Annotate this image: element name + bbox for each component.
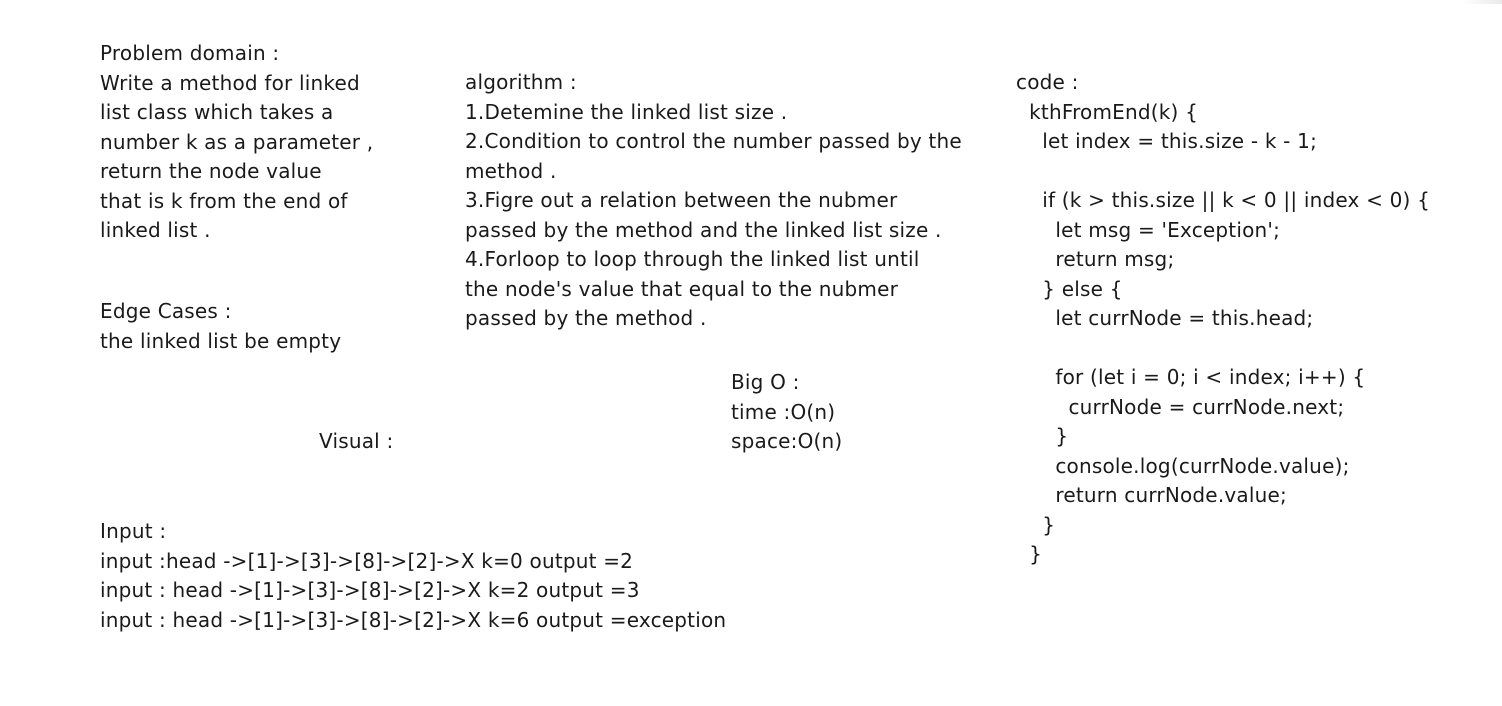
- input-example-line: input : head ->[1]->[3]->[8]->[2]->X k=2…: [100, 578, 640, 602]
- algorithm-title: algorithm :: [465, 70, 577, 94]
- input-example-line: input :head ->[1]->[3]->[8]->[2]->X k=0 …: [100, 548, 634, 573]
- big-o-title: Big O :: [731, 370, 800, 394]
- problem-domain-title: Problem domain :: [100, 41, 280, 65]
- algorithm-line: passed by the method and the linked list…: [465, 217, 942, 242]
- algorithm-line: 1.Detemine the linked list size .: [465, 99, 788, 124]
- code-title: code :: [1016, 70, 1079, 94]
- code-line: return msg;: [1016, 247, 1175, 271]
- code-line: currNode = currNode.next;: [1016, 394, 1345, 419]
- input-example-line: input : head ->[1]->[3]->[8]->[2]->X k=6…: [100, 607, 727, 632]
- time-complexity: time :O(n): [731, 399, 836, 424]
- input-section: Input : input :head ->[1]->[3]->[8]->[2]…: [100, 517, 800, 635]
- problem-line: number k as a parameter ,: [100, 129, 374, 154]
- code-line: console.log(currNode.value);: [1016, 453, 1350, 478]
- edge-cases-title: Edge Cases :: [100, 299, 232, 323]
- page-corner-shadow: [1462, 0, 1502, 4]
- problem-line: return the node value: [100, 159, 322, 183]
- algorithm-line: method .: [465, 158, 557, 183]
- code-line: let index = this.size - k - 1;: [1016, 129, 1318, 153]
- code-line: if (k > this.size || k < 0 || index < 0)…: [1016, 188, 1431, 212]
- problem-line: linked list .: [100, 218, 211, 242]
- problem-line: list class which takes a: [100, 100, 334, 124]
- visual-title: Visual :: [319, 429, 394, 453]
- code-line: for (let i = 0; i < index; i++) {: [1016, 365, 1366, 389]
- code-line: return currNode.value;: [1016, 483, 1287, 507]
- problem-line: Write a method for linked: [100, 70, 360, 95]
- code-line: kthFromEnd(k) {: [1016, 99, 1199, 124]
- code-line: }: [1016, 512, 1056, 537]
- space-complexity: space:O(n): [731, 429, 843, 453]
- edge-case-line: the linked list be empty: [100, 328, 342, 353]
- input-title: Input :: [100, 519, 167, 543]
- algorithm-line: passed by the method .: [465, 306, 707, 330]
- algorithm-section: algorithm : 1.Detemine the linked list s…: [465, 68, 995, 334]
- algorithm-line: 3.Figre out a relation between the nubme…: [465, 188, 898, 212]
- problem-domain-section: Problem domain : Write a method for link…: [100, 39, 430, 246]
- visual-section: Visual :: [319, 427, 439, 457]
- code-line: } else {: [1016, 276, 1123, 301]
- algorithm-line: 4.Forloop to loop through the linked lis…: [465, 247, 920, 271]
- code-line: let currNode = this.head;: [1016, 306, 1314, 330]
- edge-cases-section: Edge Cases : the linked list be empty: [100, 297, 430, 356]
- code-line: }: [1016, 542, 1043, 566]
- problem-line: that is k from the end of: [100, 188, 348, 213]
- code-line: let msg = 'Exception';: [1016, 217, 1281, 242]
- algorithm-line: 2.Condition to control the number passed…: [465, 129, 962, 153]
- code-line: }: [1016, 424, 1069, 448]
- algorithm-line: the node's value that equal to the nubme…: [465, 276, 899, 301]
- big-o-section: Big O : time :O(n) space:O(n): [731, 368, 931, 457]
- code-section: code : kthFromEnd(k) { let index = this.…: [1016, 68, 1496, 570]
